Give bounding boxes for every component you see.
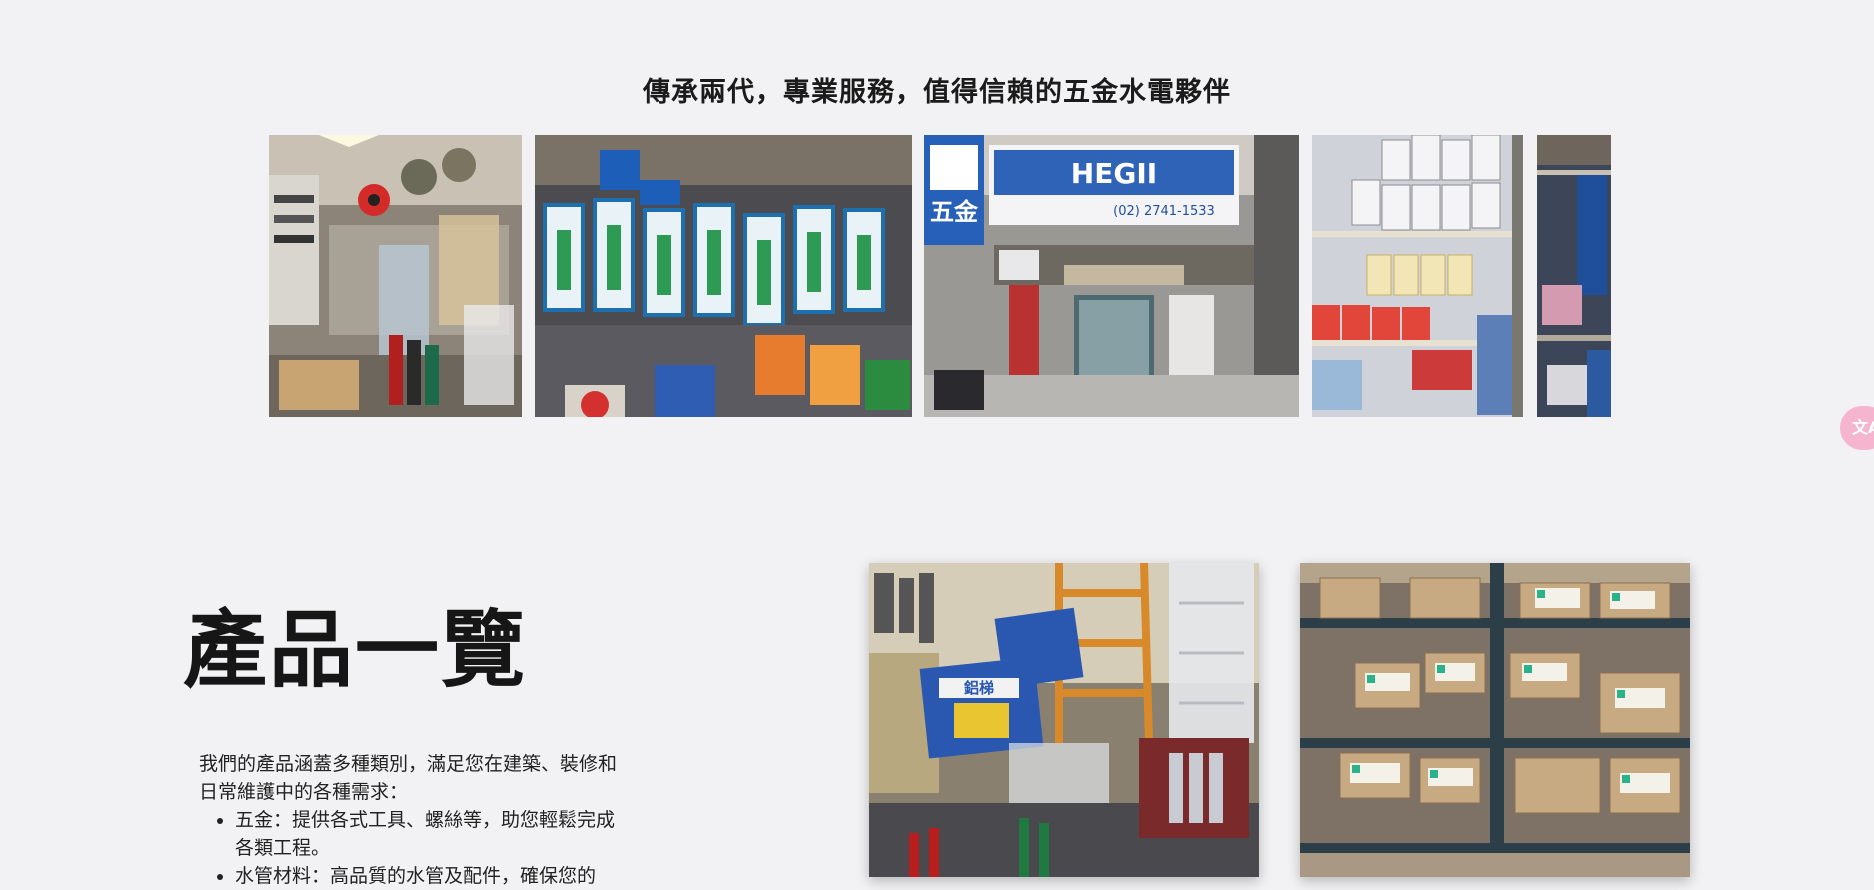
gallery-photo-power-strips[interactable] (535, 135, 912, 417)
storefront-sign-text: HEGII (1071, 157, 1157, 190)
gallery-photo-store-interior[interactable] (269, 135, 522, 417)
products-heading: 產品一覽 (183, 601, 528, 699)
cables-shelf-photo (1537, 135, 1611, 417)
photo-gallery[interactable]: 五金 HEGII (02) 2741-1533 (269, 135, 1611, 417)
screw-boxes-shelf-photo (1300, 563, 1690, 877)
products-intro: 我們的產品涵蓋多種類別，滿足您在建築、裝修和日常維護中的各種需求： (199, 753, 618, 803)
section-tagline: 傳承兩代，專業服務，值得信賴的五金水電夥伴 (643, 77, 1231, 108)
translate-icon[interactable]: 文A (1840, 406, 1874, 450)
product-photo-ladders[interactable]: 鋁梯 (869, 563, 1259, 877)
gallery-photo-storefront[interactable]: 五金 HEGII (02) 2741-1533 (924, 135, 1299, 417)
list-item: 五金：提供各式工具、螺絲等，助您輕鬆完成各類工程。 (235, 806, 629, 862)
ladders-display-photo: 鋁梯 (869, 563, 1259, 877)
ladder-sign-text: 鋁梯 (964, 679, 994, 697)
product-photo-screw-boxes[interactable] (1300, 563, 1690, 877)
gallery-photo-cables[interactable] (1537, 135, 1611, 417)
light-bulbs-shelf-photo (1312, 135, 1523, 417)
gallery-photo-light-bulbs[interactable] (1312, 135, 1523, 417)
store-interior-tools-photo (269, 135, 522, 417)
products-list: 五金：提供各式工具、螺絲等，助您輕鬆完成各類工程。 水管材料：高品質的水管及配件… (199, 806, 629, 890)
list-item: 水管材料：高品質的水管及配件，確保您的 (235, 862, 629, 890)
power-strips-display-photo (535, 135, 912, 417)
side-sign-text: 五金 (930, 198, 979, 226)
storefront-phone-text: (02) 2741-1533 (1113, 204, 1215, 219)
storefront-sign-photo: 五金 HEGII (02) 2741-1533 (924, 135, 1299, 417)
